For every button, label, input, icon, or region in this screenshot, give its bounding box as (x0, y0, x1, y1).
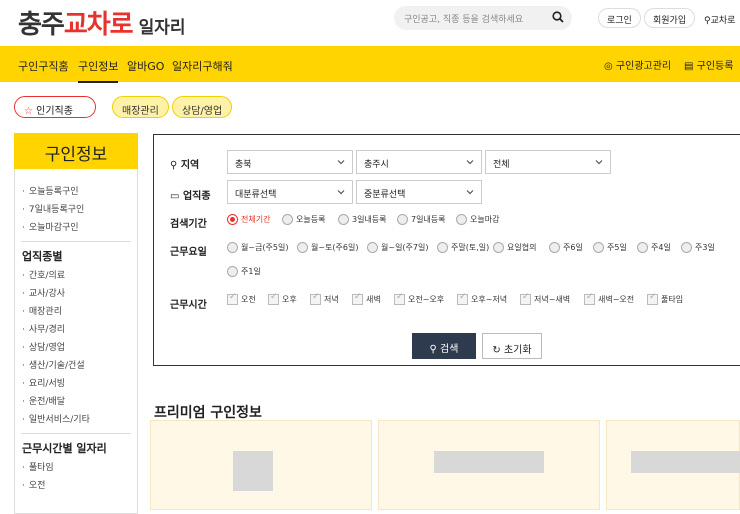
workday-label: 근무요일 (170, 247, 207, 258)
premium-card[interactable] (378, 420, 600, 510)
radio-workday[interactable]: 요일협의 (493, 242, 536, 253)
chevron-down-icon (337, 190, 345, 195)
premium-card[interactable] (606, 420, 740, 510)
radio-workday[interactable]: 주6일 (549, 242, 583, 253)
logo[interactable]: 충주교차로 일자리 (18, 4, 186, 41)
refresh-icon: ↻ (492, 345, 501, 356)
chip-counsel-sales[interactable]: 상담/영업 (172, 96, 233, 118)
radio-workday[interactable]: 주5일 (593, 242, 627, 253)
nav-job-register[interactable]: ▤ 구인등록 (684, 57, 733, 72)
period-label: 검색기간 (170, 219, 207, 230)
sidebar-link[interactable]: 간호/의료 (15, 267, 137, 285)
sidebar-section-title: 업직종별 (21, 241, 131, 267)
nav-item-job-home[interactable]: 구인구직홈 (18, 58, 69, 74)
sidebar: 구인정보 오늘등록구인 7일내등록구인 오늘마감구인 업직종별 간호/의료 교사… (14, 133, 138, 514)
sidebar-link[interactable]: 교사/강사 (15, 285, 137, 303)
region-city-select[interactable]: 충주시 (356, 150, 482, 174)
region-district-select[interactable]: 전체 (485, 150, 611, 174)
chevron-down-icon (466, 160, 474, 165)
sidebar-link[interactable]: 매장관리 (15, 303, 137, 321)
sidebar-link[interactable]: 요리/서빙 (15, 375, 137, 393)
chevron-down-icon (337, 160, 345, 165)
location-pin-icon: ⚲ (704, 16, 711, 26)
radio-workday[interactable]: 월~금(주5일) (227, 242, 288, 253)
sidebar-section-title: 근무시간별 일자리 (21, 433, 131, 459)
radio-period[interactable]: 전체기간 (227, 214, 270, 225)
premium-card[interactable] (150, 420, 372, 510)
sidebar-link[interactable]: 사무/경리 (15, 321, 137, 339)
premium-section-title: 프리미엄 구인정보 (154, 405, 262, 421)
worktime-label: 근무시간 (170, 300, 207, 311)
checkbox-worktime[interactable]: 저녁 (310, 292, 339, 305)
search-input[interactable]: 구인공고, 직종 등을 검색하세요 (394, 6, 572, 30)
nav-item-alba-go[interactable]: 알바GO (127, 58, 164, 74)
header: 충주교차로 일자리 구인공고, 직종 등을 검색하세요 로그인 회원가입 ⚲교차로 (0, 0, 740, 46)
search-icon[interactable] (552, 11, 564, 23)
search-icon: ⚲ (429, 344, 437, 355)
checkbox-worktime[interactable]: 풀타임 (647, 292, 683, 305)
register-icon: ▤ (684, 61, 694, 72)
sidebar-link[interactable]: 운전/배달 (15, 393, 137, 411)
radio-workday[interactable]: 주말(토,일) (437, 242, 489, 253)
radio-period[interactable]: 오늘등록 (282, 214, 325, 225)
checkbox-worktime[interactable]: 새벽~오전 (584, 292, 634, 305)
login-button[interactable]: 로그인 (598, 8, 641, 28)
sidebar-link[interactable]: 일반서비스/기타 (15, 411, 137, 429)
radio-period[interactable]: 3일내등록 (338, 214, 387, 225)
sidebar-link[interactable]: 7일내등록구인 (15, 201, 137, 219)
sidebar-link[interactable]: 생산/기술/건설 (15, 357, 137, 375)
blurred-logo (434, 451, 544, 473)
radio-workday[interactable]: 주1일 (227, 266, 261, 277)
radio-workday[interactable]: 월~토(주6일) (297, 242, 358, 253)
radio-period[interactable]: 7일내등록 (397, 214, 446, 225)
sidebar-link[interactable]: 풀타임 (15, 459, 137, 477)
sidebar-link[interactable]: 오늘마감구인 (15, 219, 137, 237)
chevron-down-icon (466, 190, 474, 195)
radio-period[interactable]: 오늘마감 (456, 214, 499, 225)
blurred-logo (631, 451, 740, 473)
radio-workday[interactable]: 주4일 (637, 242, 671, 253)
nav-item-job-info[interactable]: 구인정보 (78, 58, 119, 83)
radio-workday[interactable]: 월~일(주7일) (367, 242, 428, 253)
chip-store-manage[interactable]: 매장관리 (112, 96, 169, 118)
sidebar-link[interactable]: 상담/영업 (15, 339, 137, 357)
job-type-label: ▭ 업직종 (170, 191, 211, 202)
main-nav: 구인구직홈 구인정보 알바GO 일자리구해줘 ◎ 구인광고관리 ▤ 구인등록 (0, 46, 740, 83)
sidebar-link[interactable]: 오전 (15, 477, 137, 495)
nav-item-find-job[interactable]: 일자리구해줘 (172, 58, 233, 74)
chip-popular[interactable]: ☆ 인기직종 (14, 96, 96, 118)
sidebar-title: 구인정보 (14, 133, 138, 169)
checkbox-worktime[interactable]: 오후~저녁 (457, 292, 507, 305)
search-filter-panel: ⚲ 지역 충북 충주시 전체 ▭ 업직종 대분류선택 중분류선택 검색기간 전체… (153, 134, 740, 366)
blurred-logo (233, 451, 273, 491)
checkbox-worktime[interactable]: 오전~오후 (394, 292, 444, 305)
nav-ad-manage[interactable]: ◎ 구인광고관리 (604, 57, 671, 72)
job-minor-select[interactable]: 중분류선택 (356, 180, 482, 204)
radio-workday[interactable]: 주3일 (681, 242, 715, 253)
location-pin-icon: ⚲ (170, 160, 178, 171)
reset-button[interactable]: ↻ 초기화 (482, 333, 542, 359)
job-major-select[interactable]: 대분류선택 (227, 180, 353, 204)
chevron-down-icon (595, 160, 603, 165)
checkbox-worktime[interactable]: 오후 (268, 292, 297, 305)
checkbox-worktime[interactable]: 저녁~새벽 (520, 292, 570, 305)
star-icon: ☆ (24, 106, 33, 117)
search-button[interactable]: ⚲ 검색 (412, 333, 476, 359)
header-link[interactable]: ⚲교차로 (704, 13, 735, 26)
region-province-select[interactable]: 충북 (227, 150, 353, 174)
id-card-icon: ▭ (170, 191, 180, 202)
region-label: ⚲ 지역 (170, 160, 200, 171)
sidebar-link[interactable]: 오늘등록구인 (15, 183, 137, 201)
signup-button[interactable]: 회원가입 (644, 8, 696, 28)
checkbox-worktime[interactable]: 오전 (227, 292, 256, 305)
checkbox-worktime[interactable]: 새벽 (352, 292, 381, 305)
ad-manage-icon: ◎ (604, 61, 613, 72)
